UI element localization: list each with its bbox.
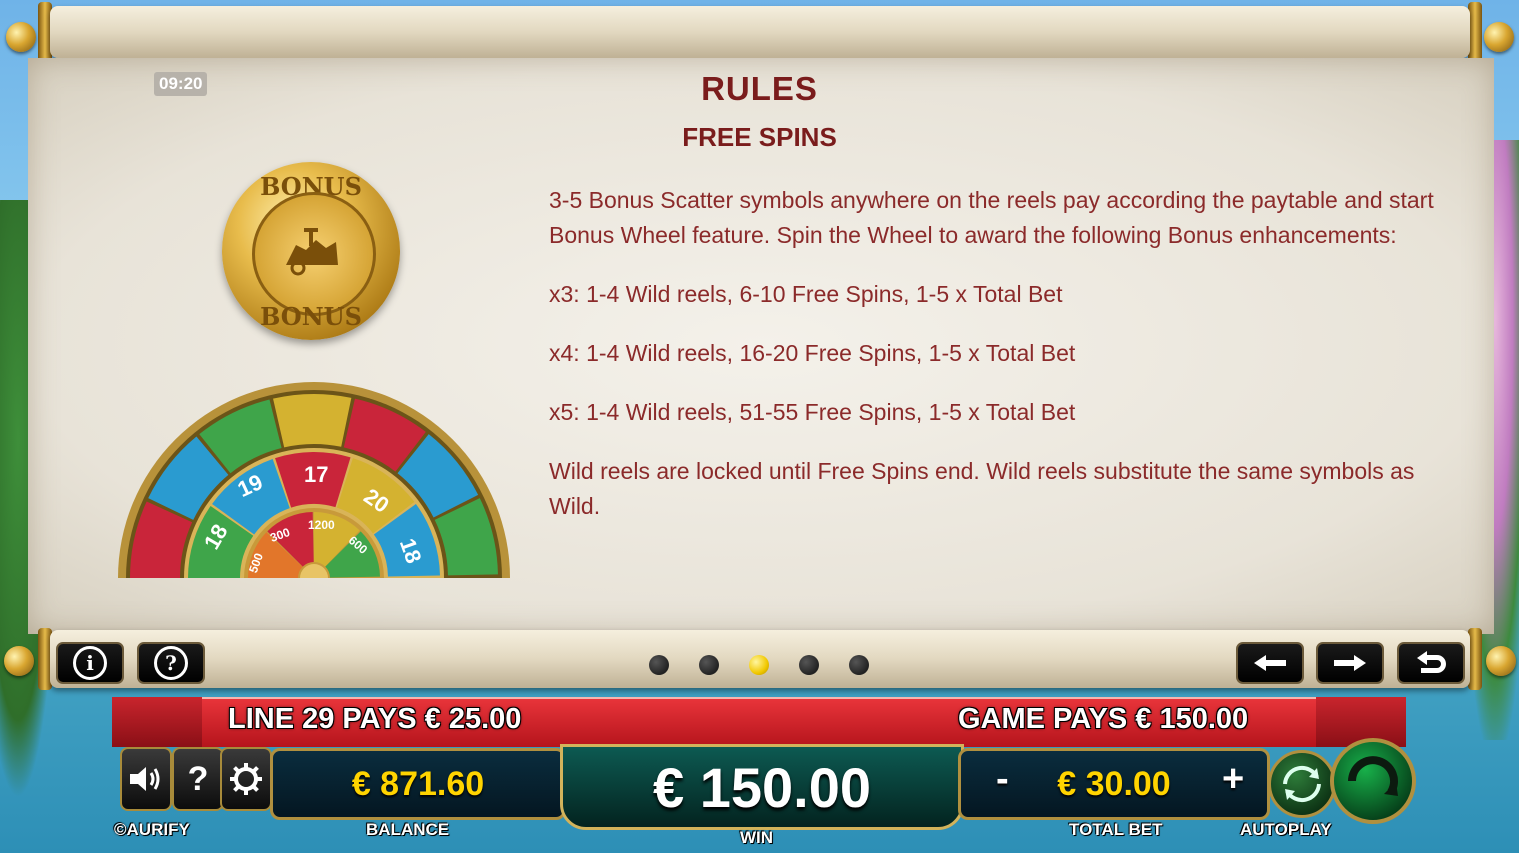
wheel-label-17: 17 xyxy=(304,462,329,487)
balance-panel: € 871.60 xyxy=(270,748,566,820)
win-label: WIN xyxy=(740,828,774,847)
next-page-button[interactable] xyxy=(1316,642,1384,684)
decrease-bet-button[interactable]: - xyxy=(996,758,1009,801)
balance-label: BALANCE xyxy=(366,820,450,839)
arrow-left-icon xyxy=(1254,655,1286,671)
spin-button[interactable] xyxy=(1330,738,1416,824)
rules-paragraph: x5: 1-4 Wild reels, 51-55 Free Spins, 1-… xyxy=(549,399,1076,425)
close-rules-button[interactable] xyxy=(1397,642,1465,684)
win-panel: € 150.00 xyxy=(560,744,964,830)
scroll-rod-top xyxy=(50,6,1470,58)
chariot-icon xyxy=(286,228,338,276)
gear-icon xyxy=(230,763,262,795)
scroll-knob-bottom-left xyxy=(4,646,34,676)
page-dot-4[interactable] xyxy=(799,655,819,675)
banner-wing-left xyxy=(112,697,202,747)
scroll-knob-bottom-right xyxy=(1486,646,1516,676)
page-dot-2[interactable] xyxy=(699,655,719,675)
scroll-knob-top-left xyxy=(6,22,36,52)
page-dot-1[interactable] xyxy=(649,655,669,675)
game-pays-text: GAME PAYS € 150.00 xyxy=(958,703,1249,735)
prev-page-button[interactable] xyxy=(1236,642,1304,684)
wheel-segment xyxy=(273,394,352,448)
line-pays-text: LINE 29 PAYS € 25.00 xyxy=(228,703,522,735)
increase-bet-button[interactable]: + xyxy=(1222,758,1244,801)
rules-paragraph: Wild reels are locked until Free Spins e… xyxy=(549,458,1415,519)
settings-button[interactable] xyxy=(220,747,272,811)
coin-bottom-text: BONUS xyxy=(260,302,362,331)
bonus-wheel: 19 17 20 18 18 300 1200 600 500 xyxy=(118,378,510,578)
page-title: RULES xyxy=(701,70,818,107)
info-icon: i xyxy=(73,646,107,680)
autoplay-button[interactable] xyxy=(1268,750,1336,818)
page-dot-3-active[interactable] xyxy=(749,655,769,675)
help-page-button[interactable]: ? xyxy=(137,642,205,684)
arrow-right-icon xyxy=(1334,655,1366,671)
autoplay-label: AUTOPLAY xyxy=(1240,820,1332,839)
scroll-stem-top-right xyxy=(1468,2,1482,64)
total-bet-value: € 30.00 xyxy=(1057,764,1171,803)
help-icon: ? xyxy=(154,646,188,680)
scroll-stem-bottom-right xyxy=(1468,628,1482,690)
return-icon xyxy=(1417,651,1446,673)
bonus-coin-icon: BONUS BONUS xyxy=(222,162,400,340)
wheel-label-1200: 1200 xyxy=(308,518,335,532)
help-button[interactable]: ? xyxy=(172,747,224,811)
total-bet-label: TOTAL BET xyxy=(1069,820,1163,839)
page-subtitle: FREE SPINS xyxy=(682,122,837,152)
sound-button[interactable] xyxy=(120,747,172,811)
rules-paragraph: 3-5 Bonus Scatter symbols anywhere on th… xyxy=(549,187,1434,248)
rules-text: 3-5 Bonus Scatter symbols anywhere on th… xyxy=(549,183,1469,548)
win-value: € 150.00 xyxy=(653,755,871,819)
page-dot-5[interactable] xyxy=(849,655,869,675)
autoplay-icon xyxy=(1283,766,1321,802)
rules-paragraph: x3: 1-4 Wild reels, 6-10 Free Spins, 1-5… xyxy=(549,281,1063,307)
speaker-icon xyxy=(130,767,160,791)
rules-paragraph: x4: 1-4 Wild reels, 16-20 Free Spins, 1-… xyxy=(549,340,1076,366)
info-button[interactable]: i xyxy=(56,642,124,684)
scroll-knob-top-right xyxy=(1484,22,1514,52)
balance-value: € 871.60 xyxy=(351,764,485,803)
question-icon: ? xyxy=(187,759,209,798)
copyright-label: ©AURIFY xyxy=(114,820,190,839)
spin-icon xyxy=(1348,756,1398,796)
